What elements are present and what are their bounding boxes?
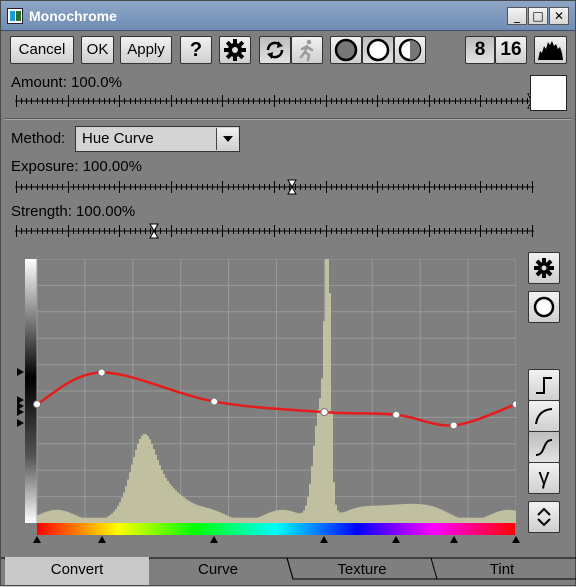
- slider-ticks: [15, 181, 534, 193]
- s-curve-button[interactable]: [528, 431, 560, 463]
- mode-half-button[interactable]: [394, 36, 426, 64]
- gamma-button[interactable]: γ: [528, 462, 560, 494]
- curve-point: [512, 400, 516, 409]
- chevron-down-icon[interactable]: [216, 128, 238, 150]
- close-button[interactable]: ✕: [549, 7, 569, 25]
- tab-bar: Convert Curve Texture Tint: [1, 557, 576, 587]
- settings-button[interactable]: [219, 36, 251, 64]
- amount-label: Amount: 100.0%: [11, 74, 122, 91]
- title-bar[interactable]: Monochrome _ □ ✕: [1, 1, 575, 31]
- strength-slider[interactable]: [15, 223, 534, 239]
- cancel-button[interactable]: Cancel: [10, 36, 74, 64]
- app-icon: [7, 8, 23, 24]
- minimize-button[interactable]: _: [507, 7, 527, 25]
- gear-icon: [224, 39, 246, 61]
- circle-light-icon: [366, 38, 390, 62]
- histogram-button[interactable]: [534, 36, 567, 64]
- tab-tint[interactable]: Tint: [437, 557, 567, 585]
- tone-marker: [17, 368, 24, 376]
- curve-point: [210, 397, 219, 406]
- hue-marker[interactable]: [33, 536, 41, 543]
- step-curve-button[interactable]: [528, 369, 560, 401]
- monochrome-window: Monochrome _ □ ✕ Cancel OK Apply ? 8 16 …: [0, 0, 576, 586]
- curve-points: [33, 368, 516, 430]
- gear-icon: [534, 258, 554, 278]
- curve-point: [97, 368, 106, 377]
- refresh-icon: [266, 41, 284, 59]
- curve-point: [320, 408, 329, 417]
- method-value: Hue Curve: [82, 130, 154, 147]
- tab-convert[interactable]: Convert: [5, 557, 149, 585]
- ok-button[interactable]: OK: [81, 36, 114, 64]
- hue-marker[interactable]: [512, 536, 520, 543]
- circle-dark-icon: [334, 38, 358, 62]
- help-button[interactable]: ?: [180, 36, 212, 64]
- expand-button[interactable]: [528, 501, 560, 533]
- method-label: Method:: [11, 130, 66, 147]
- grid-lines: [36, 259, 516, 523]
- curve-settings-button[interactable]: [528, 252, 560, 284]
- curve-point: [449, 421, 458, 430]
- curve-point: [392, 410, 401, 419]
- hue-marker[interactable]: [97, 536, 106, 543]
- tab-texture[interactable]: Texture: [293, 557, 431, 585]
- histogram-icon: [538, 41, 563, 60]
- mode-dark-button[interactable]: [330, 36, 362, 64]
- runner-icon: [299, 39, 314, 62]
- apply-button[interactable]: Apply: [120, 36, 172, 64]
- hue-marker[interactable]: [320, 536, 329, 543]
- bit8-button[interactable]: 8: [465, 36, 495, 64]
- window-title: Monochrome: [29, 8, 117, 24]
- exposure-slider[interactable]: [15, 179, 534, 195]
- hue-gradient-strip: [37, 523, 515, 535]
- circle-half-icon: [398, 38, 422, 62]
- step-curve-icon: [536, 377, 552, 394]
- mode-light-button[interactable]: [362, 36, 394, 64]
- hue-marker[interactable]: [392, 536, 401, 543]
- slider-thumb[interactable]: [287, 179, 297, 195]
- curve-reset-button[interactable]: [528, 291, 560, 323]
- log-curve-icon: [535, 408, 553, 425]
- hue-curve-graph[interactable]: [23, 259, 516, 523]
- bit16-button[interactable]: 16: [495, 36, 527, 64]
- maximize-button[interactable]: □: [528, 7, 548, 25]
- tone-marker: [17, 419, 24, 427]
- s-curve-icon: [535, 439, 553, 456]
- expand-icon: [537, 507, 551, 527]
- amount-slider[interactable]: [15, 93, 537, 109]
- method-dropdown[interactable]: Hue Curve: [75, 126, 240, 152]
- circle-light-icon: [533, 296, 555, 318]
- tab-curve[interactable]: Curve: [149, 557, 287, 585]
- refresh-button[interactable]: [259, 36, 291, 64]
- log-curve-button[interactable]: [528, 400, 560, 432]
- hue-marker[interactable]: [210, 536, 219, 543]
- slider-thumb[interactable]: [148, 223, 159, 239]
- preview-button[interactable]: [291, 36, 323, 64]
- tone-marker: [17, 408, 24, 416]
- curve-point: [33, 400, 41, 409]
- gamma-icon: γ: [538, 464, 550, 489]
- exposure-label: Exposure: 100.00%: [11, 158, 142, 175]
- slider-ticks: [15, 225, 534, 237]
- color-swatch[interactable]: [530, 75, 567, 111]
- strength-label: Strength: 100.00%: [11, 203, 136, 220]
- hue-marker[interactable]: [449, 536, 458, 543]
- divider: [5, 118, 571, 120]
- slider-ticks: [15, 95, 534, 107]
